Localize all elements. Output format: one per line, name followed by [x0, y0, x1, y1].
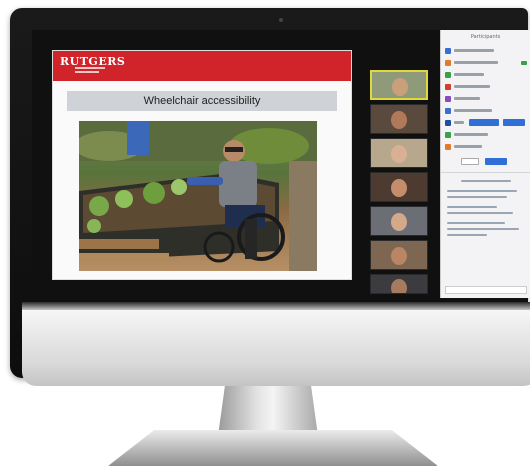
slide-header: RUTGERS: [53, 51, 351, 81]
admit-button[interactable]: [469, 119, 499, 126]
participant-name: [454, 97, 480, 100]
logo-subtitle: [75, 67, 135, 73]
invite-button[interactable]: [485, 158, 507, 165]
participant-tile[interactable]: [370, 240, 428, 270]
monitor: RUTGERS Wheelchair accessibility Partici…: [10, 8, 530, 386]
slide-title: Wheelchair accessibility: [143, 95, 261, 107]
participant-avatar: [445, 83, 451, 90]
monitor-stand-base: [108, 430, 438, 466]
panel-divider: [441, 172, 530, 173]
participant-name: [454, 73, 484, 76]
shared-slide: RUTGERS Wheelchair accessibility: [52, 50, 352, 280]
participant-name: [454, 49, 494, 52]
participant-avatar: [445, 143, 451, 150]
audio-status-icon: [521, 60, 527, 65]
monitor-stand-neck: [218, 378, 318, 436]
participant-avatar: [445, 119, 451, 126]
remove-button[interactable]: [503, 119, 525, 126]
participant-list-item[interactable]: [445, 70, 527, 79]
participant-list-item[interactable]: [445, 142, 527, 151]
chat-message: [447, 234, 487, 236]
participant-list-item[interactable]: [445, 58, 527, 67]
participant-avatar: [445, 47, 451, 54]
participants-panel: Participants: [440, 30, 530, 298]
participant-tile[interactable]: [370, 138, 428, 168]
participant-list-item[interactable]: [445, 106, 527, 115]
participant-tile[interactable]: [370, 172, 428, 202]
slide-title-bar: Wheelchair accessibility: [67, 91, 337, 111]
participant-video-strip: [370, 70, 430, 296]
participant-name: [454, 85, 490, 88]
monitor-chin: [22, 310, 530, 386]
chat-message: [447, 228, 519, 230]
chat-message: [447, 206, 497, 208]
chat-message: [447, 190, 517, 192]
garden-photo: [79, 121, 317, 271]
chat-header: [461, 180, 511, 182]
mute-all-button[interactable]: [461, 158, 479, 165]
screen: RUTGERS Wheelchair accessibility Partici…: [32, 30, 530, 298]
chat-message: [447, 212, 513, 214]
participant-tile[interactable]: [370, 206, 428, 236]
participant-avatar: [445, 59, 451, 66]
participant-name: [454, 109, 492, 112]
participant-tile[interactable]: [370, 104, 428, 134]
participant-name: [454, 145, 482, 148]
participant-avatar: [445, 95, 451, 102]
participant-avatar: [445, 107, 451, 114]
chat-message: [447, 222, 505, 224]
participant-list-item[interactable]: [445, 46, 527, 55]
webcam-icon: [279, 18, 283, 22]
participant-list-item[interactable]: [445, 94, 527, 103]
participant-list-item[interactable]: [445, 130, 527, 139]
photo-illustration: [79, 121, 317, 271]
participant-avatar: [445, 71, 451, 78]
participant-name: [454, 121, 464, 124]
participant-avatar: [445, 131, 451, 138]
panel-title: Participants: [470, 34, 501, 40]
chat-message: [447, 196, 507, 198]
participant-name: [454, 133, 488, 136]
participant-tile[interactable]: [370, 70, 428, 100]
participant-tile[interactable]: [370, 274, 428, 294]
chat-input[interactable]: [445, 286, 527, 294]
participant-name: [454, 61, 498, 64]
participant-list-item[interactable]: [445, 82, 527, 91]
